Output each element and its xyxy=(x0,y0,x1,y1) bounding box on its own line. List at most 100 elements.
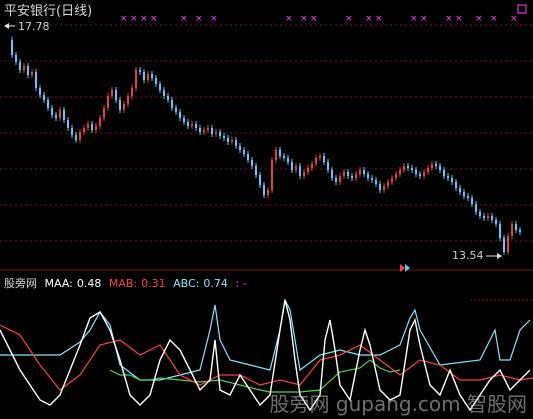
candle-body xyxy=(143,72,145,80)
candle-body xyxy=(503,238,505,252)
candle-body xyxy=(239,146,241,150)
candle-body xyxy=(15,55,17,62)
candle-body xyxy=(379,184,381,190)
candle-body xyxy=(55,115,57,118)
candle-body xyxy=(175,108,177,112)
candle-body xyxy=(495,220,497,224)
signal-marker-icon xyxy=(517,4,527,14)
signal-marker: × xyxy=(310,14,318,24)
signal-marker: × xyxy=(195,14,203,24)
candle-body xyxy=(155,78,157,84)
candle-body xyxy=(127,96,129,104)
indicator-name: 股旁网 xyxy=(4,277,37,290)
candle-body xyxy=(71,128,73,135)
candle-body xyxy=(163,90,165,96)
candle-body xyxy=(215,132,217,134)
signal-marker: × xyxy=(120,14,128,24)
high-marker-icon xyxy=(4,23,15,29)
signal-marker: × xyxy=(345,14,353,24)
candle-body xyxy=(307,168,309,172)
candle-body xyxy=(347,172,349,176)
candle-body xyxy=(467,196,469,198)
candle-body xyxy=(111,90,113,96)
signal-marker: × xyxy=(375,14,383,24)
signal-marker: × xyxy=(455,14,463,24)
signal-marker: × xyxy=(130,14,138,24)
candle-body xyxy=(479,212,481,216)
candle-body xyxy=(435,164,437,166)
candle-body xyxy=(43,95,45,100)
signal-marker: × xyxy=(140,14,148,24)
candle-body xyxy=(371,178,373,180)
candle-body xyxy=(255,166,257,175)
price-candles xyxy=(11,37,521,255)
candle-body xyxy=(187,122,189,126)
candle-body xyxy=(23,66,25,70)
candle-body xyxy=(83,128,85,132)
candle-body xyxy=(123,104,125,110)
candle-body xyxy=(179,112,181,118)
candle-body xyxy=(287,158,289,162)
signal-marker: × xyxy=(445,14,453,24)
candle-body xyxy=(439,166,441,170)
candle-body xyxy=(499,224,501,238)
candle-body xyxy=(515,224,517,230)
candle-body xyxy=(395,174,397,178)
candle-body xyxy=(183,118,185,122)
candle-body xyxy=(423,172,425,176)
watermark: 股旁网 gupang.com 智股网 xyxy=(269,392,527,416)
candle-body xyxy=(263,185,265,195)
low-price-label: 13.54 xyxy=(452,249,484,262)
candle-body xyxy=(507,236,509,252)
candle-body xyxy=(203,130,205,132)
candle-body xyxy=(235,140,237,146)
candle-body xyxy=(483,216,485,218)
candle-body xyxy=(427,168,429,172)
maa-value: 0.48 xyxy=(76,277,102,290)
candle-body xyxy=(275,150,277,160)
candle-body xyxy=(191,124,193,126)
candle-body xyxy=(471,198,473,204)
candle-body xyxy=(135,70,137,88)
candle-body xyxy=(171,100,173,108)
candle-body xyxy=(291,162,293,170)
candle-body xyxy=(207,128,209,130)
candle-body xyxy=(91,124,93,130)
signal-marker: × xyxy=(365,14,373,24)
candle-body xyxy=(107,96,109,108)
candle-body xyxy=(443,170,445,176)
mab-line xyxy=(0,324,533,391)
candle-body xyxy=(31,72,33,75)
chart-window[interactable]: × × × × × × × × × × × × × × × × × × × × 平安银行(日线) 17. xyxy=(0,0,533,419)
price-panel-title: 平安银行(日线) xyxy=(4,4,93,19)
signal-marker: × xyxy=(300,14,308,24)
candle-body xyxy=(447,176,449,178)
candle-body xyxy=(407,166,409,168)
candle-body xyxy=(51,108,53,115)
abc-label: ABC: xyxy=(173,277,200,290)
candle-body xyxy=(195,124,197,128)
signal-marker: × xyxy=(510,14,518,24)
signal-marker: × xyxy=(210,14,218,24)
maa-label: MAA: xyxy=(44,277,73,290)
signal-marker: × xyxy=(285,14,293,24)
chart-canvas: × × × × × × × × × × × × × × × × × × × × xyxy=(0,4,533,412)
candle-body xyxy=(211,128,213,134)
signal-marker: × xyxy=(150,14,158,24)
candle-body xyxy=(323,156,325,162)
abc-value: 0.74 xyxy=(203,277,228,290)
candle-body xyxy=(199,128,201,132)
candle-body xyxy=(47,100,49,108)
candle-body xyxy=(491,216,493,220)
candle-body xyxy=(99,118,101,126)
candle-body xyxy=(387,182,389,186)
candle-body xyxy=(227,138,229,142)
candle-body xyxy=(243,150,245,154)
candle-body xyxy=(319,156,321,158)
signal-marker: × xyxy=(475,14,483,24)
candle-body xyxy=(119,100,121,110)
mab-value: 0.31 xyxy=(141,277,166,290)
candle-body xyxy=(251,160,253,166)
candle-body xyxy=(35,72,37,88)
candle-body xyxy=(359,170,361,174)
